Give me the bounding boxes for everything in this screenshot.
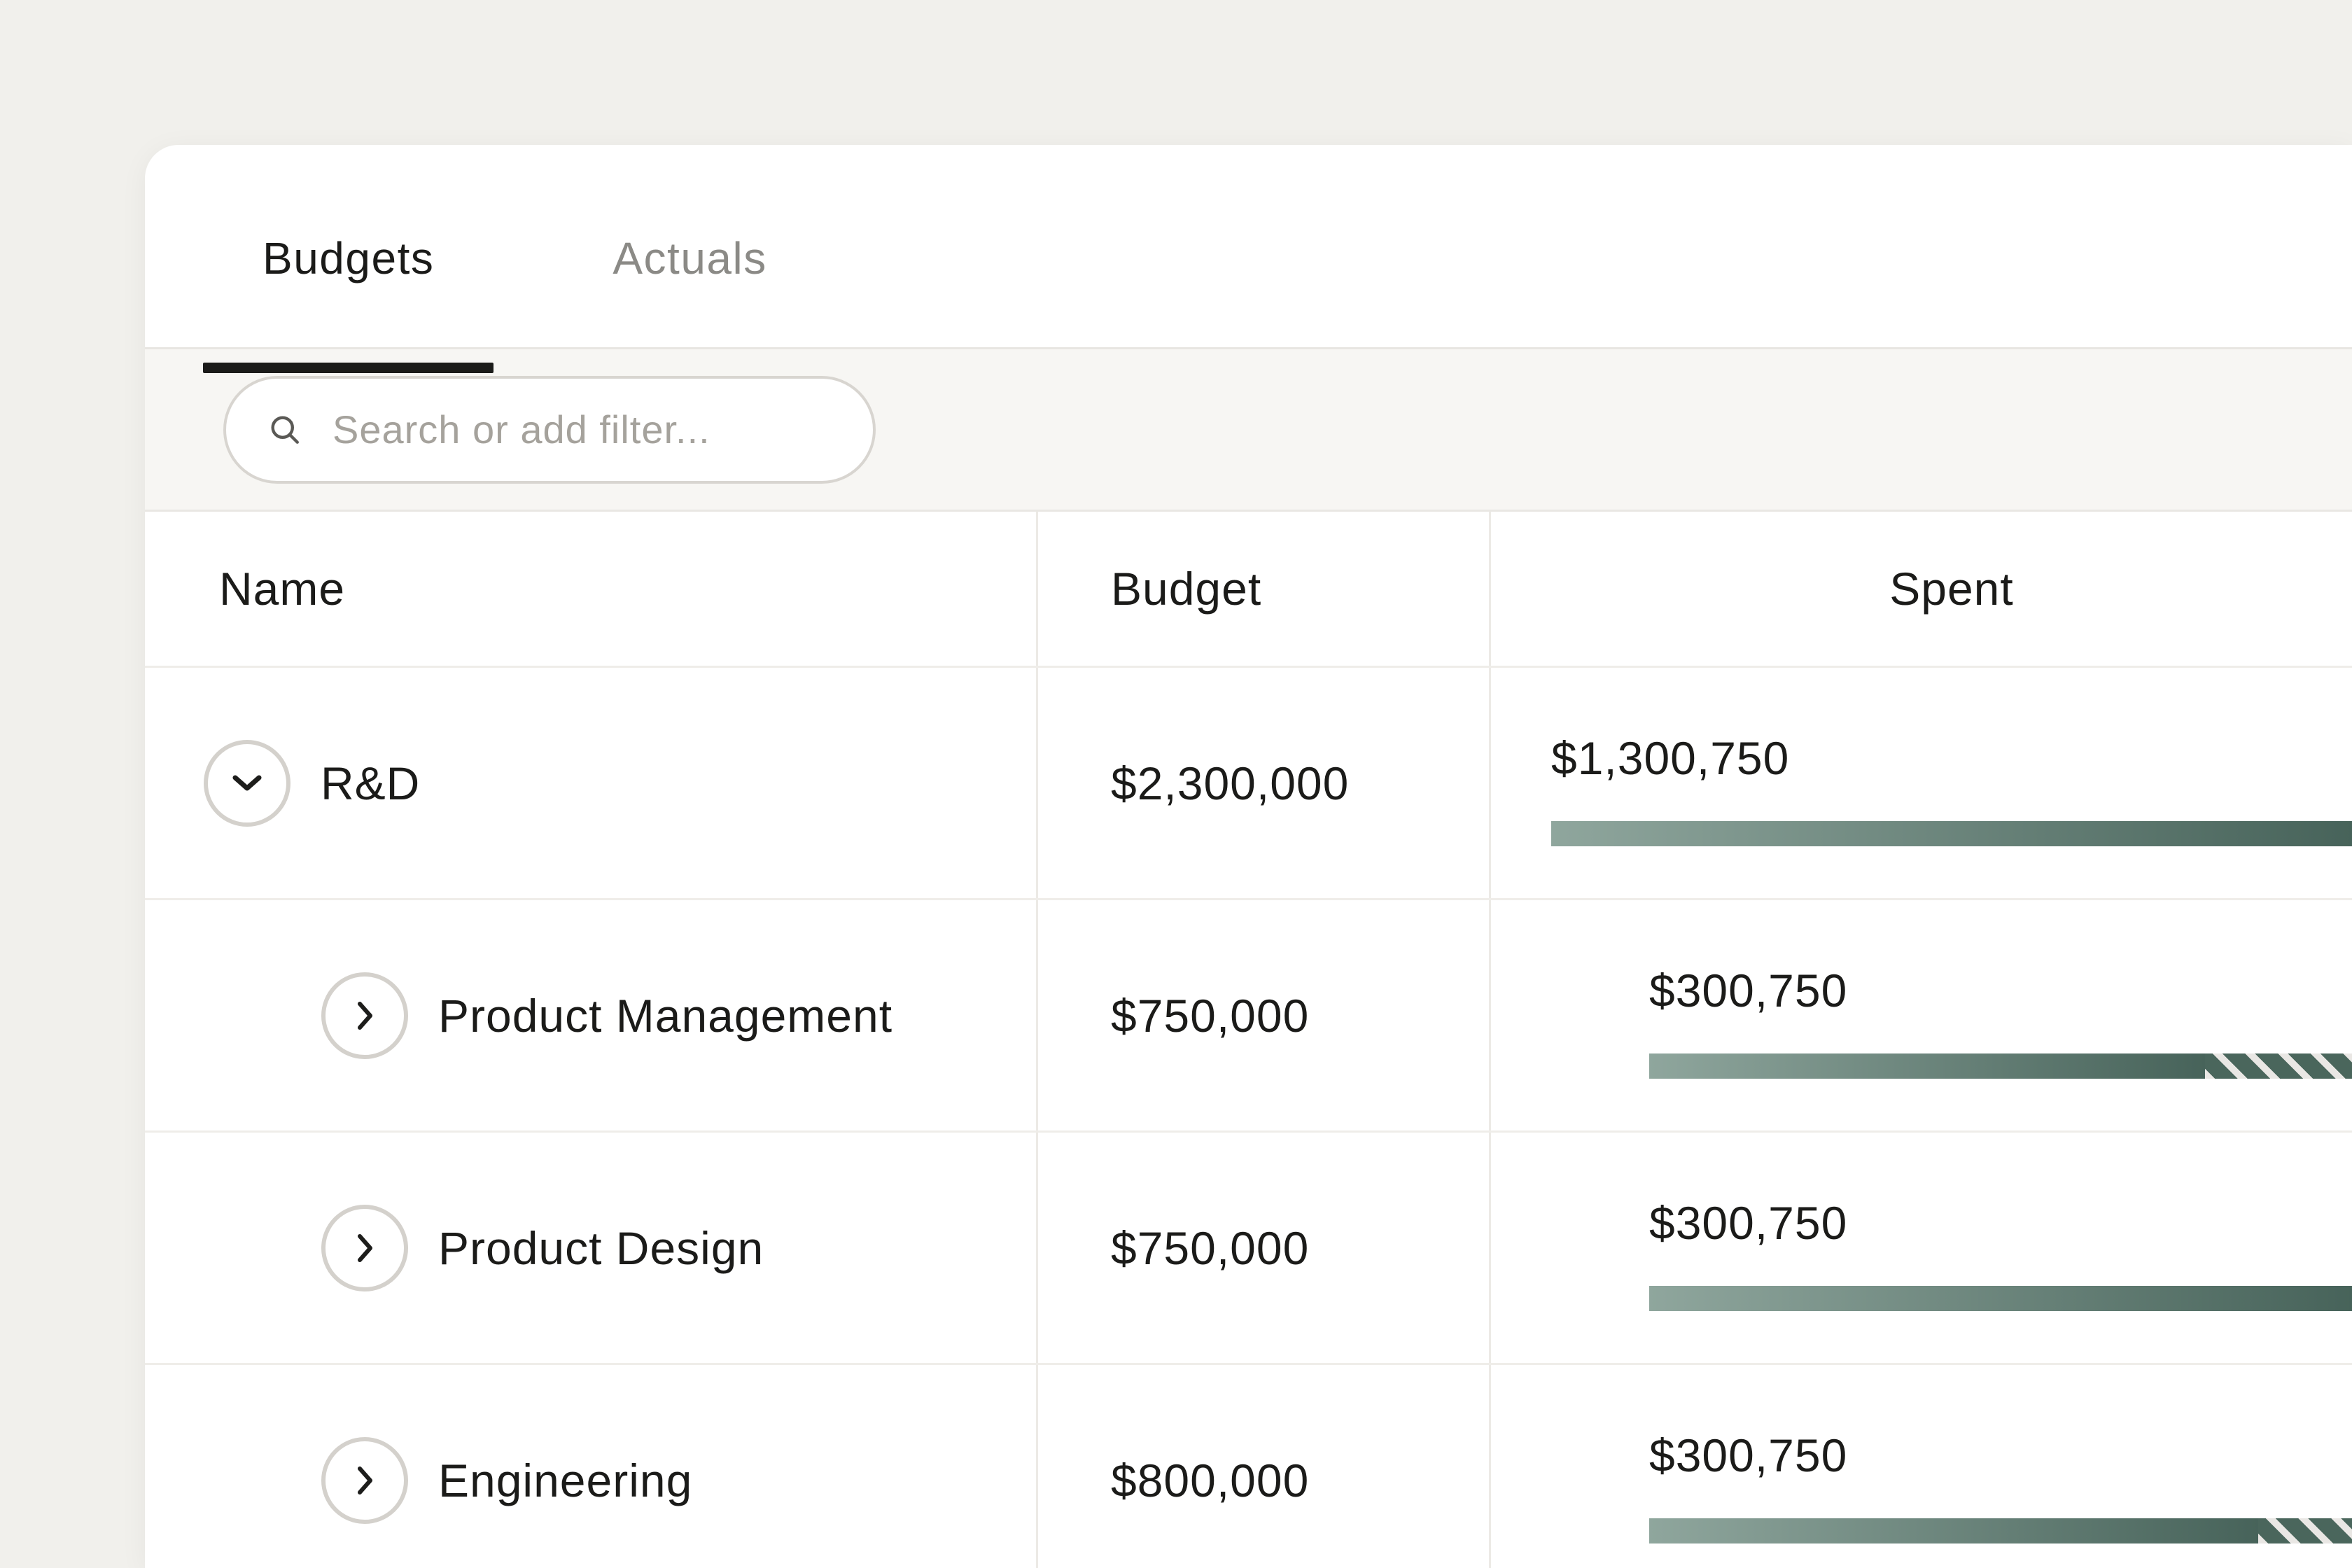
filter-bar bbox=[145, 349, 2352, 512]
tab-actuals[interactable]: Actuals bbox=[553, 169, 826, 347]
spent-value: $300,750 bbox=[1649, 964, 2352, 1017]
spent-progress-fill bbox=[1649, 1518, 2258, 1544]
column-header-budget: Budget bbox=[1036, 512, 1489, 666]
spent-cell: $300,750 bbox=[1489, 1365, 2352, 1568]
column-header-spent: Spent bbox=[1489, 512, 2352, 666]
chevron-down-icon bbox=[232, 774, 262, 792]
table-row-rd[interactable]: R&D $2,300,000 $1,300,750 bbox=[145, 668, 2352, 900]
name-wrap: R&D bbox=[145, 740, 420, 827]
name-cell: Product Management bbox=[145, 900, 1036, 1130]
table-row-product-design[interactable]: Product Design $750,000 $300,750 bbox=[145, 1133, 2352, 1365]
search-field[interactable] bbox=[223, 376, 876, 484]
tab-budgets-label: Budgets bbox=[262, 232, 434, 284]
column-header-budget-label: Budget bbox=[1111, 562, 1261, 615]
chevron-right-icon bbox=[356, 1465, 374, 1496]
budget-value: $800,000 bbox=[1111, 1454, 1309, 1507]
budget-value: $750,000 bbox=[1111, 989, 1309, 1042]
name-cell: Engineering bbox=[145, 1365, 1036, 1568]
spent-inner: $300,750 bbox=[1551, 953, 2352, 1079]
collapse-row-button[interactable] bbox=[204, 740, 290, 827]
column-header-spent-label: Spent bbox=[1889, 562, 2013, 615]
name-cell: Product Design bbox=[145, 1133, 1036, 1363]
tab-bar: Budgets Actuals bbox=[145, 145, 2352, 349]
active-tab-underline bbox=[203, 363, 493, 373]
name-wrap: Engineering bbox=[145, 1437, 692, 1524]
budget-value: $750,000 bbox=[1111, 1222, 1309, 1275]
table-row-engineering[interactable]: Engineering $800,000 $300,750 bbox=[145, 1365, 2352, 1568]
expand-row-button[interactable] bbox=[321, 1437, 408, 1524]
budget-value: $2,300,000 bbox=[1111, 757, 1349, 810]
budget-cell: $2,300,000 bbox=[1036, 668, 1489, 898]
spent-value: $300,750 bbox=[1649, 1196, 2352, 1250]
spent-progress-projected bbox=[2205, 1054, 2352, 1079]
column-header-name: Name bbox=[145, 512, 1036, 666]
name-wrap: Product Design bbox=[145, 1205, 764, 1292]
spent-progress-projected bbox=[2258, 1518, 2352, 1544]
spent-cell: $300,750 bbox=[1489, 900, 2352, 1130]
row-name: Product Design bbox=[438, 1222, 764, 1275]
search-input[interactable] bbox=[331, 406, 842, 453]
spent-progress-fill bbox=[1649, 1286, 2352, 1311]
spent-progress-fill bbox=[1551, 821, 2352, 846]
table-row-product-management[interactable]: Product Management $750,000 $300,750 bbox=[145, 900, 2352, 1133]
tab-budgets[interactable]: Budgets bbox=[203, 169, 493, 347]
tab-actuals-label: Actuals bbox=[612, 232, 766, 284]
budget-cell: $800,000 bbox=[1036, 1365, 1489, 1568]
budget-app-screen: Budgets Actuals Name Budget bbox=[0, 0, 2352, 1568]
spent-progress-fill bbox=[1649, 1054, 2205, 1079]
spent-progress-bar bbox=[1551, 821, 2352, 846]
spent-value: $300,750 bbox=[1649, 1429, 2352, 1482]
spent-inner: $300,750 bbox=[1551, 1418, 2352, 1544]
expand-row-button[interactable] bbox=[321, 1205, 408, 1292]
budget-cell: $750,000 bbox=[1036, 1133, 1489, 1363]
spent-progress-bar bbox=[1649, 1054, 2352, 1079]
search-icon bbox=[267, 412, 303, 448]
table-header: Name Budget Spent bbox=[145, 512, 2352, 668]
name-wrap: Product Management bbox=[145, 972, 892, 1059]
row-name: R&D bbox=[321, 757, 420, 810]
budget-cell: $750,000 bbox=[1036, 900, 1489, 1130]
expand-row-button[interactable] bbox=[321, 972, 408, 1059]
budgets-card: Budgets Actuals Name Budget bbox=[145, 145, 2352, 1568]
column-header-name-label: Name bbox=[219, 562, 345, 615]
spent-cell: $1,300,750 bbox=[1489, 668, 2352, 898]
chevron-right-icon bbox=[356, 1233, 374, 1264]
spent-progress-bar bbox=[1649, 1518, 2352, 1544]
spent-progress-bar bbox=[1649, 1286, 2352, 1311]
spent-cell: $300,750 bbox=[1489, 1133, 2352, 1363]
row-name: Engineering bbox=[438, 1454, 692, 1507]
spent-value: $1,300,750 bbox=[1551, 732, 2352, 785]
spent-inner: $1,300,750 bbox=[1551, 720, 2352, 846]
row-name: Product Management bbox=[438, 989, 892, 1042]
name-cell: R&D bbox=[145, 668, 1036, 898]
spent-inner: $300,750 bbox=[1551, 1185, 2352, 1311]
chevron-right-icon bbox=[356, 1000, 374, 1031]
